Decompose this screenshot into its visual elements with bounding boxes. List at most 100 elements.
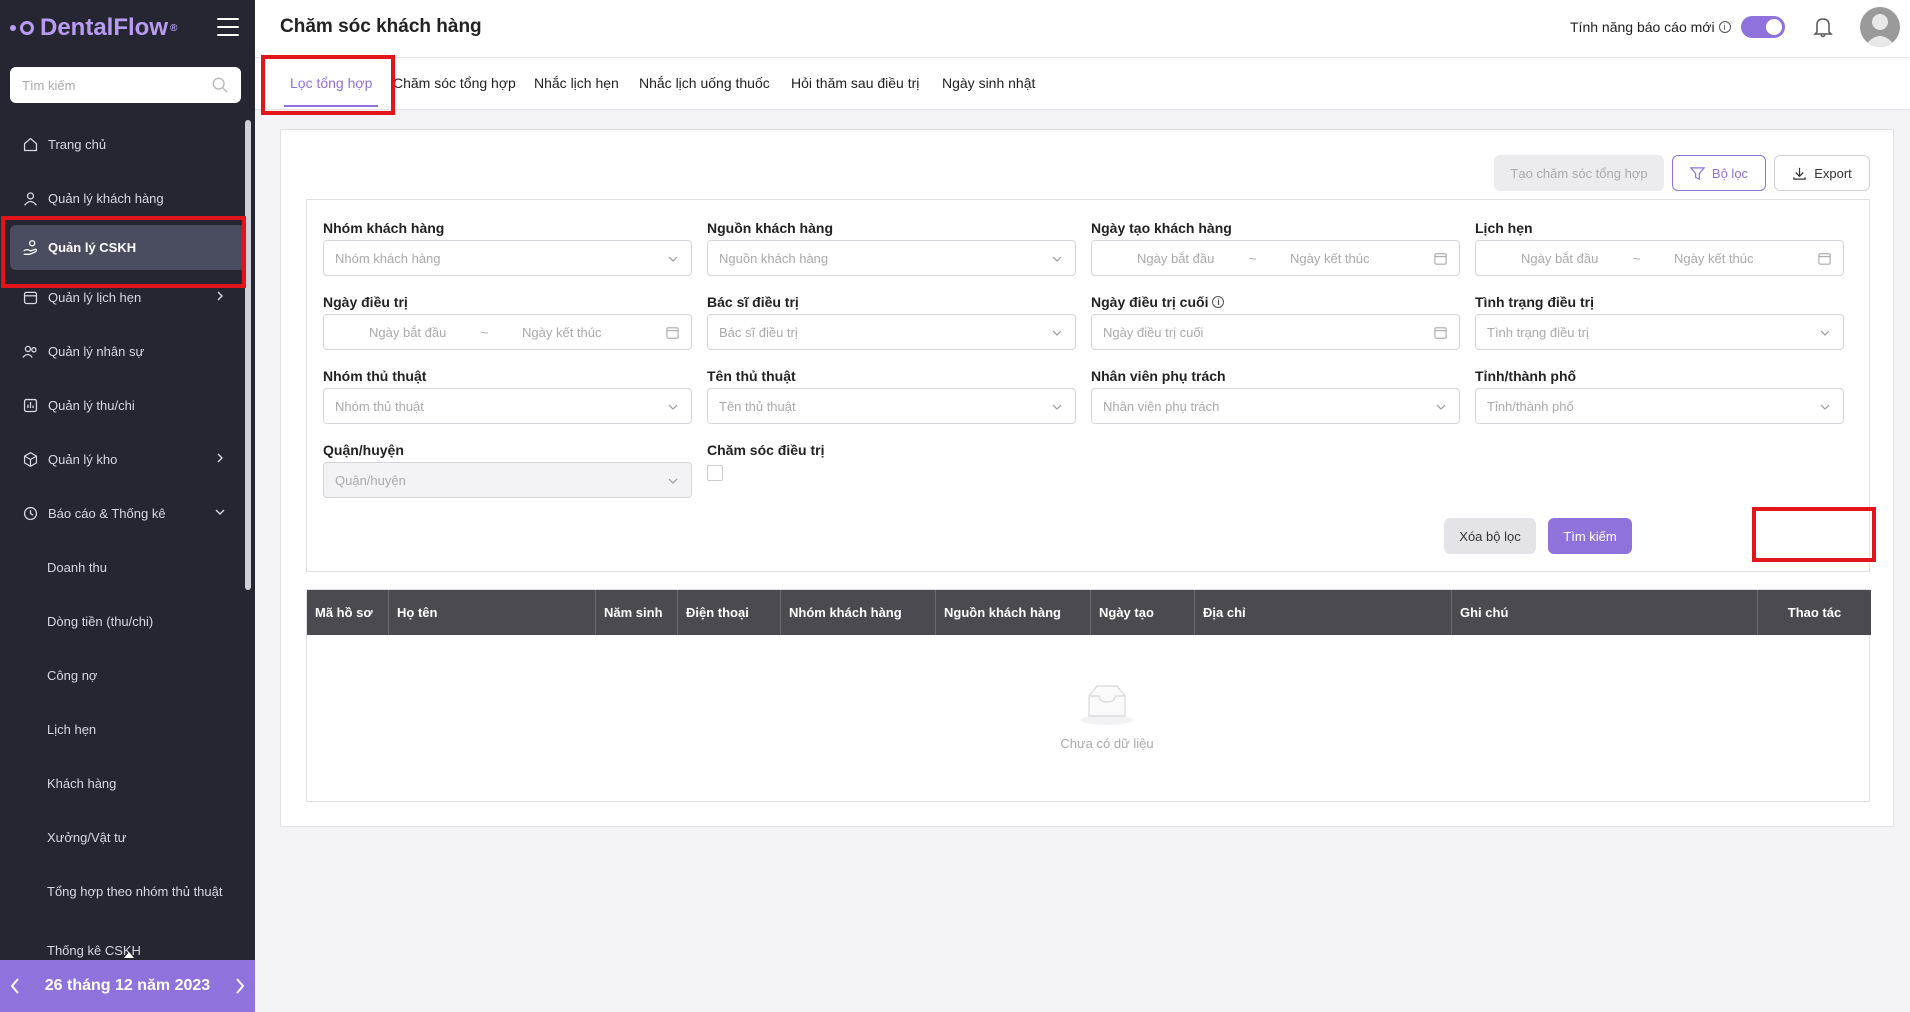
clear-filter-button[interactable]: Xóa bộ lọc (1444, 518, 1536, 554)
filter-procedure-name: Tên thủ thuật Tên thủ thuật (707, 367, 1076, 424)
filter-treatment-status: Tình trạng điều trị Tình trạng điều trị (1475, 293, 1844, 350)
placeholder: Ngày điều trị cuối (1103, 324, 1204, 340)
filter-label: Tên thủ thuật (707, 368, 796, 384)
info-icon[interactable]: i (1212, 296, 1225, 308)
filter-customer-source: Nguồn khách hàng Nguồn khách hàng (707, 219, 1076, 276)
filter-button-label: Bộ lọc (1711, 165, 1749, 181)
logo[interactable]: DentalFlow ® (10, 14, 177, 42)
export-button-label: Export (1814, 165, 1852, 181)
sidebar-sub-workshop[interactable]: Xưởng/Vật tư (0, 810, 255, 864)
column-header[interactable]: Ngày tạo (1091, 590, 1195, 635)
care-treatment-checkbox[interactable] (707, 465, 723, 481)
filter-customer-group: Nhóm khách hàng Nhóm khách hàng (323, 219, 692, 276)
chevron-down-icon (668, 256, 678, 262)
staff-select[interactable]: Nhân viên phụ trách (1091, 388, 1460, 424)
chevron-down-icon (1820, 404, 1830, 410)
tab-cham-soc-tong-hop[interactable]: Chăm sóc tổng hợp (393, 75, 516, 91)
doctor-select[interactable]: Bác sĩ điều trị (707, 314, 1076, 350)
tab-bar: Lọc tổng hợp Chăm sóc tổng hợp Nhắc lịch… (255, 58, 1910, 110)
column-header[interactable]: Địa chỉ (1195, 590, 1452, 635)
report-toggle-switch[interactable] (1740, 16, 1785, 38)
filter-label: Nhân viên phụ trách (1091, 368, 1226, 384)
sidebar-scrollbar[interactable] (245, 120, 251, 590)
sidebar-sub-appointments[interactable]: Lịch hẹn (0, 702, 255, 756)
sidebar-sub-cashflow[interactable]: Dòng tiền (thu/chi) (0, 594, 255, 648)
chevron-right-icon[interactable] (235, 977, 245, 995)
column-header[interactable]: Nguồn khách hàng (936, 590, 1091, 635)
customer-source-select[interactable]: Nguồn khách hàng (707, 240, 1076, 276)
hamburger-menu-icon[interactable] (217, 18, 239, 36)
search-button[interactable]: Tìm kiếm (1548, 518, 1632, 554)
procedure-group-select[interactable]: Nhóm thủ thuật (323, 388, 692, 424)
date-bar: 26 tháng 12 năm 2023 (0, 952, 255, 1012)
search-icon[interactable] (211, 76, 229, 94)
user-avatar-icon (1864, 14, 1896, 47)
city-select[interactable]: Tỉnh/thành phố (1475, 388, 1844, 424)
bell-icon[interactable] (1813, 16, 1833, 38)
filter-doctor: Bác sĩ điều trị Bác sĩ điều trị (707, 293, 1076, 350)
sidebar-item-finance[interactable]: Quản lý thu/chi (0, 378, 255, 432)
column-header[interactable]: Ghi chú (1452, 590, 1758, 635)
sidebar-item-reports[interactable]: Báo cáo & Thống kê (0, 486, 255, 540)
info-icon[interactable]: i (1718, 21, 1731, 33)
last-treatment-date[interactable]: Ngày điều trị cuối (1091, 314, 1460, 350)
range-end: Ngày kết thúc (522, 324, 602, 340)
avatar[interactable] (1860, 7, 1900, 47)
sidebar-sub-debt[interactable]: Công nợ (0, 648, 255, 702)
filter-label: Quận/huyện (323, 442, 404, 458)
filter-label: Lịch hẹn (1475, 220, 1533, 236)
filter-district: Quận/huyện Quận/huyện (323, 441, 692, 498)
results-table: Mã hồ sơ Họ tên Năm sinh Điện thoại Nhóm… (306, 589, 1871, 802)
filter-label: Ngày điều trị cuối i (1091, 293, 1460, 311)
sidebar-sub-customers[interactable]: Khách hàng (0, 756, 255, 810)
treatment-status-select[interactable]: Tình trạng điều trị (1475, 314, 1844, 350)
filter-button[interactable]: Bộ lọc (1672, 155, 1766, 191)
appointment-date-range[interactable]: Ngày bắt đầu ~ Ngày kết thúc (1475, 240, 1844, 276)
customer-group-select[interactable]: Nhóm khách hàng (323, 240, 692, 276)
column-header[interactable]: Năm sinh (596, 590, 678, 635)
caret-up-icon[interactable] (124, 952, 134, 958)
tab-nhac-lich-uong-thuoc[interactable]: Nhắc lịch uống thuốc (639, 75, 770, 91)
sidebar-item-warehouse[interactable]: Quản lý kho (0, 432, 255, 486)
chevron-down-icon (215, 509, 225, 515)
sidebar-item-label: Trang chủ (48, 136, 107, 152)
sidebar-item-label: Quản lý lịch hẹn (48, 289, 142, 305)
created-date-range[interactable]: Ngày bắt đầu ~ Ngày kết thúc (1091, 240, 1460, 276)
chevron-left-icon[interactable] (10, 977, 20, 995)
filter-label: Bác sĩ điều trị (707, 294, 799, 310)
column-header[interactable]: Nhóm khách hàng (781, 590, 936, 635)
filter-staff: Nhân viên phụ trách Nhân viên phụ trách (1091, 367, 1460, 424)
download-icon (1793, 167, 1806, 180)
sidebar-item-staff[interactable]: Quản lý nhân sự (0, 324, 255, 378)
empty-state: Chưa có dữ liệu (1060, 682, 1154, 751)
placeholder: Nguồn khách hàng (719, 250, 829, 266)
column-header[interactable]: Mã hồ sơ (307, 590, 389, 635)
range-end: Ngày kết thúc (1674, 250, 1754, 266)
column-header[interactable]: Họ tên (389, 590, 596, 635)
procedure-name-select[interactable]: Tên thủ thuật (707, 388, 1076, 424)
tab-hoi-tham[interactable]: Hỏi thăm sau điều trị (791, 75, 919, 91)
sidebar-item-label: Quản lý khách hàng (48, 190, 164, 206)
export-button[interactable]: Export (1774, 155, 1870, 191)
sidebar-sub-revenue[interactable]: Doanh thu (0, 540, 255, 594)
chevron-down-icon (1052, 404, 1062, 410)
sidebar-search-input[interactable] (10, 67, 200, 103)
table-header: Mã hồ sơ Họ tên Năm sinh Điện thoại Nhóm… (307, 590, 1871, 635)
treatment-date-range[interactable]: Ngày bắt đầu ~ Ngày kết thúc (323, 314, 692, 350)
column-header[interactable]: Điện thoại (678, 590, 781, 635)
range-end: Ngày kết thúc (1290, 250, 1370, 266)
filter-label: Chăm sóc điều trị (707, 442, 825, 458)
range-start: Ngày bắt đầu (369, 324, 447, 340)
placeholder: Nhóm thủ thuật (335, 398, 424, 414)
create-care-button[interactable]: Tạo chăm sóc tổng hợp (1494, 155, 1664, 191)
district-select[interactable]: Quận/huyện (323, 462, 692, 498)
range-separator: ~ (1249, 250, 1257, 266)
column-header[interactable]: Thao tác (1758, 590, 1871, 635)
sidebar-sub-procedure-group[interactable]: Tổng hợp theo nhóm thủ thuật (0, 864, 255, 918)
highlight-box-tab (261, 55, 395, 115)
tab-ngay-sinh-nhat[interactable]: Ngày sinh nhật (942, 75, 1035, 91)
tab-nhac-lich-hen[interactable]: Nhắc lịch hẹn (534, 75, 619, 91)
sidebar-item-home[interactable]: Trang chủ (0, 117, 255, 171)
filter-panel: Nhóm khách hàng Nhóm khách hàng Nguồn kh… (306, 199, 1870, 572)
range-separator: ~ (1633, 250, 1641, 266)
